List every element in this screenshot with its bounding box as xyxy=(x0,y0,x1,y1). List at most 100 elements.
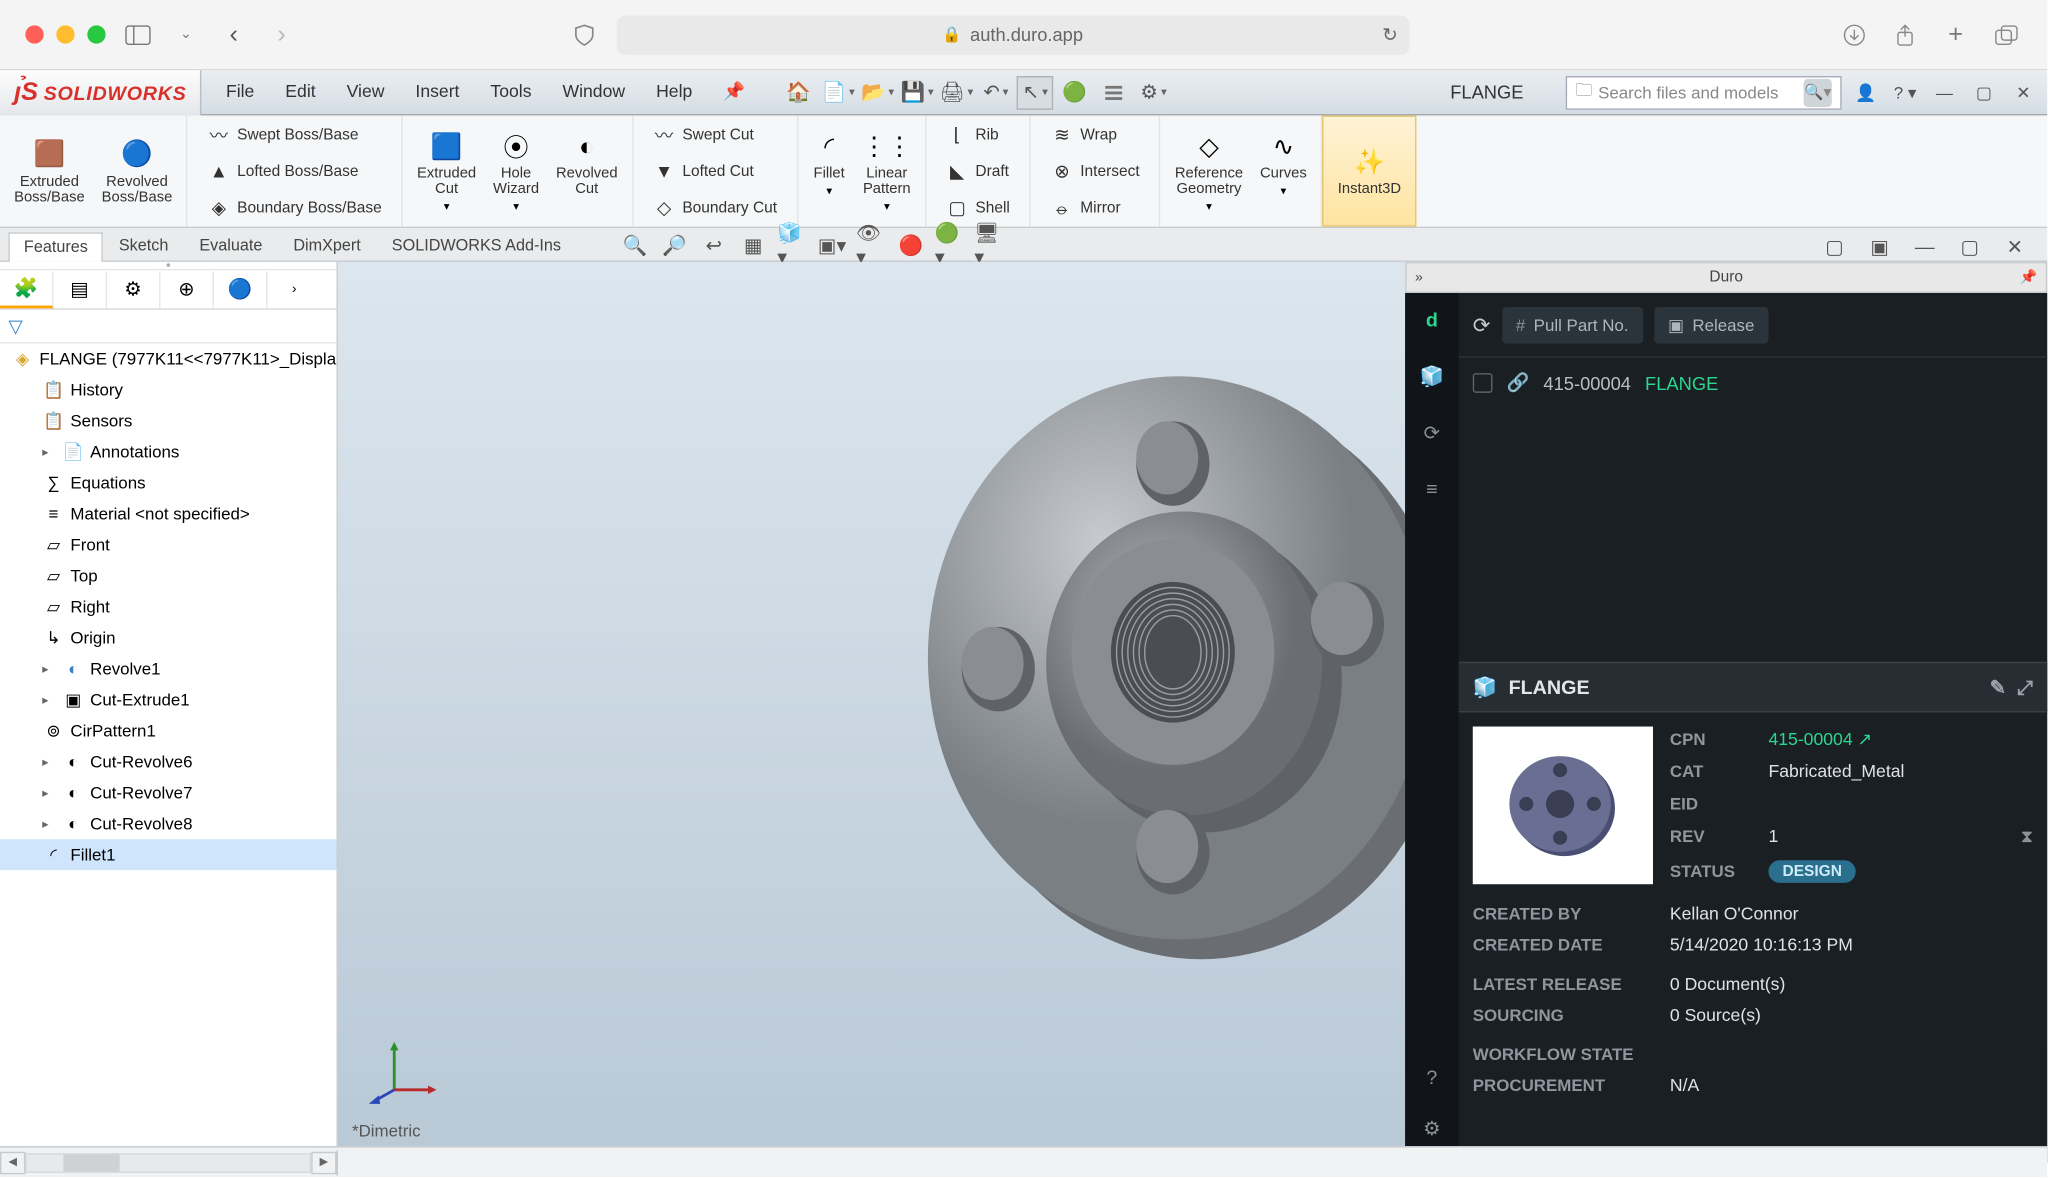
hide-show-icon[interactable]: 👁▾ xyxy=(856,231,887,259)
tab-evaluate[interactable]: Evaluate xyxy=(184,231,278,261)
wrap-button[interactable]: ≋Wrap xyxy=(1045,118,1145,152)
tree-item-front[interactable]: ▱Front xyxy=(0,529,337,560)
help-icon[interactable]: ? ▾ xyxy=(1890,77,1921,108)
duro-list-icon[interactable]: ≡ xyxy=(1416,473,1447,504)
previous-view-icon[interactable]: ↩ xyxy=(698,231,729,259)
feature-manager-scrollbar[interactable]: ◄ ► xyxy=(0,1150,338,1175)
duro-logo-icon[interactable]: d xyxy=(1416,304,1447,335)
open-icon[interactable]: 📂 xyxy=(859,75,896,109)
duro-pull-part-input[interactable]: #Pull Part No. xyxy=(1502,306,1643,343)
user-icon[interactable]: 👤 xyxy=(1850,77,1881,108)
undo-icon[interactable]: ↶ xyxy=(978,75,1015,109)
section-view-icon[interactable]: ▦ xyxy=(738,231,769,259)
doc-tile-icon[interactable]: ▣ xyxy=(1864,232,1895,260)
extruded-boss-button[interactable]: 🟫ExtrudedBoss/Base xyxy=(8,134,90,207)
duro-expand-detail-icon[interactable]: ⤢ xyxy=(2017,675,2033,699)
tab-sketch[interactable]: Sketch xyxy=(103,231,183,261)
revolved-boss-button[interactable]: 🔵RevolvedBoss/Base xyxy=(96,134,178,207)
duro-list-row[interactable]: 🔗 415-00004 FLANGE xyxy=(1473,372,2033,395)
draft-button[interactable]: ◣Draft xyxy=(940,154,1015,188)
feature-filter-row[interactable]: ▽ xyxy=(0,310,337,344)
duro-row-checkbox[interactable] xyxy=(1473,373,1493,393)
lofted-cut-button[interactable]: ▼Lofted Cut xyxy=(647,154,783,188)
shield-icon[interactable] xyxy=(569,19,600,50)
tree-item-top[interactable]: ▱Top xyxy=(0,560,337,591)
pin-menu-icon[interactable]: 📌 xyxy=(711,76,758,108)
tab-addins[interactable]: SOLIDWORKS Add-Ins xyxy=(376,231,576,261)
doc-minimize-icon[interactable]: — xyxy=(1909,232,1940,260)
menu-insert[interactable]: Insert xyxy=(403,76,472,108)
fillet-button[interactable]: ◜Fillet▾ xyxy=(807,127,852,216)
rebuild-icon[interactable]: 🟢 xyxy=(1056,75,1093,109)
fm-tree-tab-icon[interactable]: 🧩 xyxy=(0,271,54,308)
hole-wizard-button[interactable]: ⦿HoleWizard▾ xyxy=(487,127,544,216)
menu-view[interactable]: View xyxy=(334,76,397,108)
download-icon[interactable] xyxy=(1839,19,1870,50)
tree-item-revolve1[interactable]: ▸◐Revolve1 xyxy=(0,653,337,684)
tree-root[interactable]: ◈FLANGE (7977K11<<7977K11>_Displa xyxy=(0,344,337,375)
view-orientation-icon[interactable]: 🧊▾ xyxy=(777,231,808,259)
tree-item-annotations[interactable]: ▸📄Annotations xyxy=(0,436,337,467)
rib-button[interactable]: ⌊Rib xyxy=(940,118,1015,152)
value-cpn[interactable]: 415-00004 ↗ xyxy=(1768,728,2033,749)
reload-icon[interactable]: ↻ xyxy=(1382,23,1397,46)
new-tab-icon[interactable]: + xyxy=(1940,19,1971,50)
close-window[interactable] xyxy=(25,25,43,43)
select-icon[interactable]: ↖ xyxy=(1017,75,1054,109)
tree-item-fillet1[interactable]: ◜Fillet1 xyxy=(0,839,337,870)
settings-icon[interactable]: ⚙ xyxy=(1135,75,1172,109)
boundary-cut-button[interactable]: ◇Boundary Cut xyxy=(647,191,783,225)
tree-item-origin[interactable]: ↳Origin xyxy=(0,622,337,653)
doc-maximize-icon[interactable]: ▢ xyxy=(1954,232,1985,260)
tree-item-cirpattern1[interactable]: ⊚CirPattern1 xyxy=(0,715,337,746)
lofted-boss-button[interactable]: ▲Lofted Boss/Base xyxy=(202,154,387,188)
search-box[interactable]: 🗀 Search files and models 🔍▾ xyxy=(1566,75,1842,109)
mirror-button[interactable]: ⦵Mirror xyxy=(1045,191,1145,225)
3d-viewport[interactable]: *Dimetric 🏠 🧊 📁 ▦ 🔵 📋 d 💬 🔄 » Duro 📌 xyxy=(338,262,2047,1146)
linear-pattern-button[interactable]: ⋮⋮LinearPattern▾ xyxy=(857,127,916,216)
tab-dimxpert[interactable]: DimXpert xyxy=(278,231,376,261)
tree-item-history[interactable]: 📋History xyxy=(0,375,337,406)
search-icon[interactable]: 🔍▾ xyxy=(1804,78,1832,106)
duro-release-button[interactable]: ▣Release xyxy=(1654,306,1769,343)
fm-expand-icon[interactable]: › xyxy=(268,271,322,308)
tree-item-sensors[interactable]: 📋Sensors xyxy=(0,406,337,437)
tab-features[interactable]: Features xyxy=(8,232,103,262)
tabs-icon[interactable] xyxy=(1991,19,2022,50)
duro-parts-icon[interactable]: 🧊 xyxy=(1416,360,1447,391)
duro-cloud-icon[interactable]: ⟳ xyxy=(1416,417,1447,448)
scroll-right-icon[interactable]: ► xyxy=(311,1151,336,1174)
shell-button[interactable]: ▢Shell xyxy=(940,191,1015,225)
app-close[interactable]: ✕ xyxy=(2008,77,2039,108)
duro-edit-icon[interactable]: ✎ xyxy=(1990,675,2007,699)
menu-edit[interactable]: Edit xyxy=(273,76,329,108)
display-style-icon[interactable]: ▣▾ xyxy=(817,231,848,259)
tree-item-cutextrude1[interactable]: ▸▣Cut-Extrude1 xyxy=(0,684,337,715)
tree-item-cutrevolve6[interactable]: ▸◐Cut-Revolve6 xyxy=(0,746,337,777)
menu-window[interactable]: Window xyxy=(550,76,638,108)
tree-item-material[interactable]: ≡Material <not specified> xyxy=(0,498,337,529)
print-icon[interactable]: 🖨 xyxy=(938,75,975,109)
minimize-window[interactable] xyxy=(56,25,74,43)
instant3d-button[interactable]: ✨Instant3D xyxy=(1322,115,1416,226)
zoom-area-icon[interactable]: 🔎 xyxy=(659,231,690,259)
duro-pin-icon[interactable]: 📌 xyxy=(2020,270,2038,285)
menu-tools[interactable]: Tools xyxy=(478,76,544,108)
extruded-cut-button[interactable]: 🟦ExtrudedCut▾ xyxy=(411,127,481,216)
fm-property-tab-icon[interactable]: ▤ xyxy=(54,271,108,308)
edit-appearance-icon[interactable]: 🔴 xyxy=(895,231,926,259)
menu-file[interactable]: File xyxy=(213,76,267,108)
app-restore[interactable]: ▢ xyxy=(1968,77,1999,108)
back-button[interactable]: ‹ xyxy=(218,19,249,50)
share-icon[interactable] xyxy=(1890,19,1921,50)
swept-boss-button[interactable]: 〰Swept Boss/Base xyxy=(202,118,387,152)
boundary-boss-button[interactable]: ◈Boundary Boss/Base xyxy=(202,191,387,225)
fm-display-tab-icon[interactable]: 🔵 xyxy=(214,271,268,308)
tree-item-cutrevolve8[interactable]: ▸◐Cut-Revolve8 xyxy=(0,808,337,839)
tree-item-right[interactable]: ▱Right xyxy=(0,591,337,622)
doc-new-window-icon[interactable]: ▢ xyxy=(1819,232,1850,260)
doc-close-icon[interactable]: ✕ xyxy=(1999,232,2030,260)
new-icon[interactable]: 📄 xyxy=(820,75,857,109)
forward-button[interactable]: › xyxy=(266,19,297,50)
fm-config-tab-icon[interactable]: ⚙ xyxy=(107,271,161,308)
